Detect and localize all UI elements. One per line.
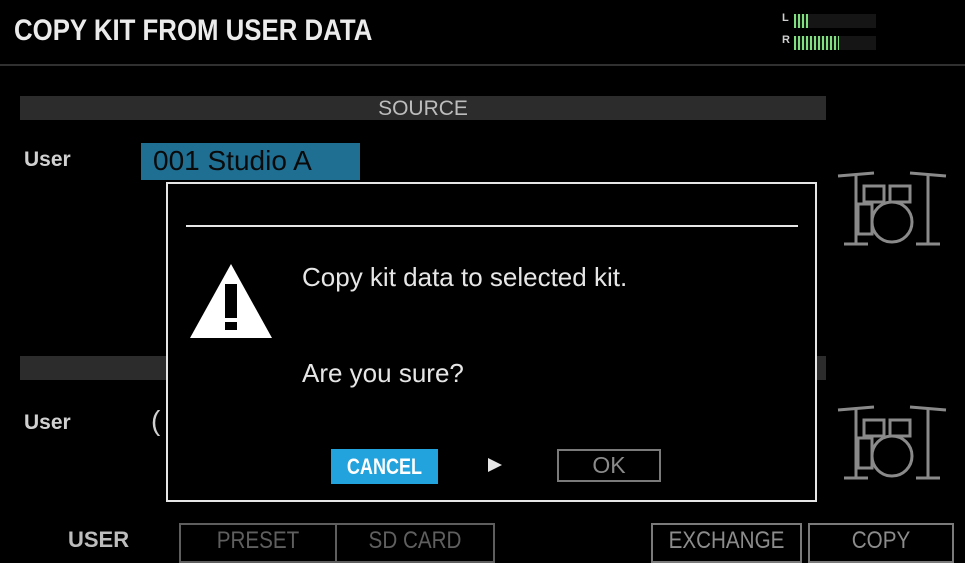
destination-bank-label: User xyxy=(24,411,71,434)
ok-button-label: OK xyxy=(592,452,626,478)
source-section-bar: SOURCE xyxy=(20,96,826,120)
ok-button[interactable]: OK xyxy=(557,449,661,482)
tab-sd-card-label: SD CARD xyxy=(368,527,462,554)
tab-user[interactable]: USER xyxy=(68,527,129,553)
meter-left-label: L xyxy=(782,12,789,24)
drum-kit-icon xyxy=(837,405,947,480)
play-arrow-icon xyxy=(488,458,502,472)
exchange-button-label: EXCHANGE xyxy=(668,527,785,554)
tab-preset-label: PRESET xyxy=(216,527,300,554)
tab-sd-card[interactable]: SD CARD xyxy=(335,523,495,563)
warning-icon xyxy=(190,264,272,338)
title-divider xyxy=(0,64,965,66)
exchange-button[interactable]: EXCHANGE xyxy=(651,523,802,563)
tab-preset[interactable]: PRESET xyxy=(179,523,337,563)
level-meter: L R xyxy=(782,12,878,54)
dialog-divider xyxy=(186,225,798,227)
cancel-button[interactable]: CANCEL xyxy=(331,449,438,484)
source-section-label: SOURCE xyxy=(378,97,468,120)
drum-kit-icon xyxy=(837,171,947,246)
copy-button[interactable]: COPY xyxy=(808,523,954,563)
destination-kit-value[interactable]: ( xyxy=(151,405,160,437)
page-title: COPY KIT FROM USER DATA xyxy=(14,14,373,47)
source-bank-label: User xyxy=(24,148,71,171)
cancel-button-label: CANCEL xyxy=(346,453,423,479)
copy-button-label: COPY xyxy=(851,527,911,554)
confirm-dialog: Copy kit data to selected kit. Are you s… xyxy=(166,182,817,502)
source-kit-select[interactable]: 001 Studio A xyxy=(141,143,360,180)
meter-right-fill xyxy=(794,36,840,50)
dialog-question: Are you sure? xyxy=(302,358,464,388)
source-kit-value: 001 Studio A xyxy=(153,145,312,176)
meter-right-label: R xyxy=(782,34,790,46)
meter-left-fill xyxy=(794,14,811,28)
dialog-message: Copy kit data to selected kit. xyxy=(302,262,628,292)
